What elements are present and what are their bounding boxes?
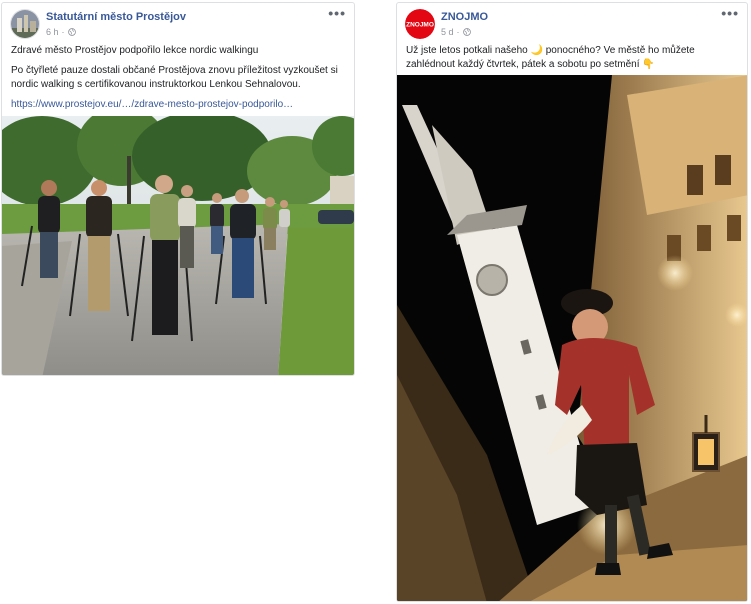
post-body: Po čtyřleté pauze dostali občané Prostěj… [11,65,338,90]
post-time[interactable]: 6 h [46,27,59,37]
page-avatar[interactable] [10,9,40,39]
more-options-icon[interactable]: ••• [328,5,346,21]
post-link[interactable]: https://www.prostejov.eu/…/zdrave-mesto-… [11,99,293,110]
page-avatar[interactable]: ZNOJMO [405,9,435,39]
post-text: Už jste letos potkali našeho 🌙 ponocného… [397,41,747,72]
post-meta: 5 d · [441,27,471,37]
page-name[interactable]: Statutární město Prostějov [46,11,186,23]
city-crest-icon [11,10,39,38]
svg-text:ZNOJMO: ZNOJMO [406,22,434,29]
more-options-icon[interactable]: ••• [721,5,739,21]
znojmo-logo-icon: ZNOJMO [405,9,435,39]
post-meta: 6 h · [46,27,76,37]
globe-icon [67,28,76,36]
post-text: Zdravé město Prostějov podpořilo lekce n… [2,41,354,112]
post-card-znojmo: ZNOJMO ZNOJMO 5 d · ••• Už jste letos po… [396,2,748,602]
globe-icon [462,28,471,36]
post-headline: Zdravé město Prostějov podpořilo lekce n… [11,45,259,56]
post-header: Statutární město Prostějov 6 h · ••• [2,3,354,41]
nordic-walking-photo[interactable] [2,116,354,375]
night-watchman-photo[interactable] [397,75,747,601]
page-name[interactable]: ZNOJMO [441,11,488,23]
post-card-prostejov: Statutární město Prostějov 6 h · ••• Zdr… [1,2,355,376]
post-body: Už jste letos potkali našeho 🌙 ponocného… [406,45,695,70]
post-time[interactable]: 5 d [441,27,454,37]
post-header: ZNOJMO ZNOJMO 5 d · ••• [397,3,747,41]
